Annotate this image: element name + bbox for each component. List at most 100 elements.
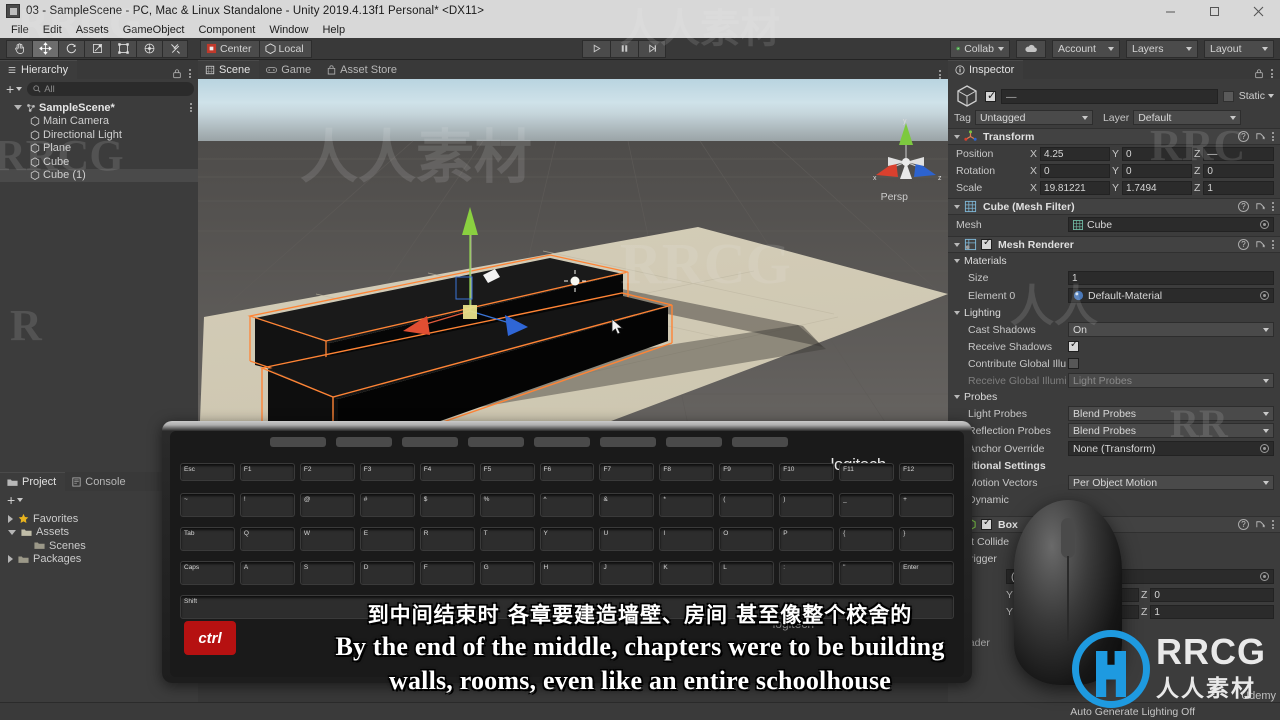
transform-component-header[interactable]: Transform ?: [948, 128, 1280, 145]
additional-settings-foldout[interactable]: Additional Settings: [948, 458, 1280, 474]
foldout-icon[interactable]: [8, 555, 13, 564]
transform-menu-icon[interactable]: [1272, 132, 1274, 141]
object-picker-icon[interactable]: [1260, 444, 1269, 453]
size-input[interactable]: 1: [1068, 270, 1274, 285]
cloud-button[interactable]: [1016, 39, 1046, 58]
foldout-icon[interactable]: [954, 134, 960, 139]
contribute-gi-checkbox[interactable]: [1068, 358, 1079, 369]
tab-scene[interactable]: Scene: [198, 60, 260, 79]
inspector-menu-icon[interactable]: [1271, 69, 1273, 78]
rotate-tool-icon[interactable]: [58, 39, 84, 58]
foldout-icon[interactable]: [954, 204, 960, 209]
mesh-filter-menu-icon[interactable]: [1272, 202, 1274, 211]
light-probes-dropdown[interactable]: Blend Probes: [1068, 406, 1274, 421]
hierarchy-search-input[interactable]: All: [27, 82, 194, 96]
foldout-icon[interactable]: [14, 105, 22, 111]
foldout-icon[interactable]: [8, 529, 16, 535]
tab-console[interactable]: Console: [65, 472, 135, 491]
rotation-y-field[interactable]: Y0: [1112, 163, 1192, 178]
help-icon[interactable]: ?: [1238, 519, 1249, 530]
close-icon[interactable]: [1236, 0, 1280, 22]
size-z-field[interactable]: Z 1: [1141, 604, 1274, 619]
layout-button[interactable]: Layout: [1204, 39, 1274, 58]
rotation-x-field[interactable]: X0: [1030, 163, 1110, 178]
foldout-icon[interactable]: [954, 242, 960, 247]
scale-z-field[interactable]: Z1: [1194, 180, 1274, 195]
materials-foldout[interactable]: Materials: [948, 253, 1280, 269]
position-y-field[interactable]: Y0: [1112, 146, 1192, 161]
menu-gameobject[interactable]: GameObject: [116, 22, 192, 38]
pivot-mode-button[interactable]: Center: [200, 39, 259, 58]
step-button[interactable]: [638, 39, 666, 58]
help-icon[interactable]: ?: [1238, 201, 1249, 212]
element-object-field[interactable]: Default-Material: [1068, 288, 1274, 303]
anchor-override-field[interactable]: None (Transform): [1068, 441, 1274, 456]
tab-project[interactable]: Project: [0, 472, 66, 491]
size-z-input[interactable]: 1: [1150, 604, 1274, 619]
box-collider-enabled-checkbox[interactable]: [981, 517, 992, 530]
hand-tool-icon[interactable]: [6, 39, 32, 58]
help-icon[interactable]: ?: [1238, 131, 1249, 142]
position-x-field[interactable]: X 4.25: [1030, 146, 1110, 161]
cast-shadows-dropdown[interactable]: On: [1068, 322, 1274, 337]
position-z-field[interactable]: Z —: [1194, 146, 1274, 161]
hierarchy-item-directional-light[interactable]: Directional Light: [0, 128, 198, 142]
receive-shadows-checkbox[interactable]: [1068, 339, 1079, 352]
reflection-probes-dropdown[interactable]: Blend Probes: [1068, 423, 1274, 438]
menu-file[interactable]: File: [4, 22, 36, 38]
box-collider-component-header[interactable]: Box ?: [948, 516, 1280, 533]
tag-dropdown[interactable]: Untagged: [974, 110, 1093, 125]
scale-x-field[interactable]: X 19.81221: [1030, 180, 1110, 195]
position-y-input[interactable]: 0: [1122, 146, 1192, 161]
hierarchy-menu-icon[interactable]: [189, 69, 191, 78]
menu-help[interactable]: Help: [315, 22, 352, 38]
position-x-input[interactable]: 4.25: [1040, 146, 1110, 161]
menu-window[interactable]: Window: [262, 22, 315, 38]
hierarchy-item-plane[interactable]: Plane: [0, 142, 198, 156]
menu-edit[interactable]: Edit: [36, 22, 69, 38]
hierarchy-item-cube-1[interactable]: Cube (1): [0, 168, 198, 182]
hierarchy-item-samplescene[interactable]: SampleScene*: [0, 101, 198, 115]
scene-viewport[interactable]: x z y Persp: [198, 79, 948, 472]
lighting-foldout[interactable]: Lighting: [948, 305, 1280, 321]
scale-x-input[interactable]: 19.81221: [1040, 180, 1110, 195]
scale-z-input[interactable]: 1: [1203, 180, 1274, 195]
collab-button[interactable]: Collab: [950, 39, 1010, 58]
layers-button[interactable]: Layers: [1126, 39, 1198, 58]
custom-editor-tool-icon[interactable]: [162, 39, 188, 58]
rect-tool-icon[interactable]: [110, 39, 136, 58]
space-mode-button[interactable]: Local: [258, 39, 312, 58]
layer-dropdown[interactable]: Default: [1133, 110, 1242, 125]
menu-assets[interactable]: Assets: [69, 22, 116, 38]
help-icon[interactable]: ?: [1238, 239, 1249, 250]
menu-component[interactable]: Component: [191, 22, 262, 38]
rotation-z-field[interactable]: Z0: [1194, 163, 1274, 178]
mesh-renderer-menu-icon[interactable]: [1272, 240, 1274, 249]
object-picker-icon[interactable]: [1260, 220, 1269, 229]
hierarchy-item-main-camera[interactable]: Main Camera: [0, 115, 198, 129]
object-active-checkbox[interactable]: [985, 89, 996, 102]
scale-tool-icon[interactable]: [84, 39, 110, 58]
project-add-button[interactable]: +: [5, 493, 25, 507]
tab-game[interactable]: Game: [259, 60, 321, 79]
maximize-icon[interactable]: [1192, 0, 1236, 22]
mesh-renderer-enabled-checkbox[interactable]: [981, 237, 992, 250]
scale-y-input[interactable]: 1.7494: [1122, 180, 1192, 195]
mesh-renderer-component-header[interactable]: Mesh Renderer ?: [948, 236, 1280, 253]
object-picker-icon[interactable]: [1260, 572, 1269, 581]
tab-inspector[interactable]: Inspector: [948, 60, 1024, 79]
position-z-input[interactable]: —: [1203, 146, 1274, 161]
transform-tool-icon[interactable]: [136, 39, 162, 58]
motion-vectors-dropdown[interactable]: Per Object Motion: [1068, 475, 1274, 490]
scene-menu-icon[interactable]: [939, 70, 941, 79]
box-collider-menu-icon[interactable]: [1272, 520, 1274, 529]
object-name-input[interactable]: —: [1001, 88, 1218, 104]
tab-asset-store[interactable]: Asset Store: [320, 60, 407, 79]
scale-y-field[interactable]: Y 1.7494: [1112, 180, 1192, 195]
center-z-input[interactable]: 0: [1150, 587, 1274, 602]
hierarchy-add-button[interactable]: +: [4, 82, 24, 96]
object-picker-icon[interactable]: [1260, 291, 1269, 300]
mesh-object-field[interactable]: Cube: [1068, 217, 1274, 232]
minimize-icon[interactable]: [1148, 0, 1192, 22]
static-checkbox[interactable]: [1222, 90, 1234, 102]
